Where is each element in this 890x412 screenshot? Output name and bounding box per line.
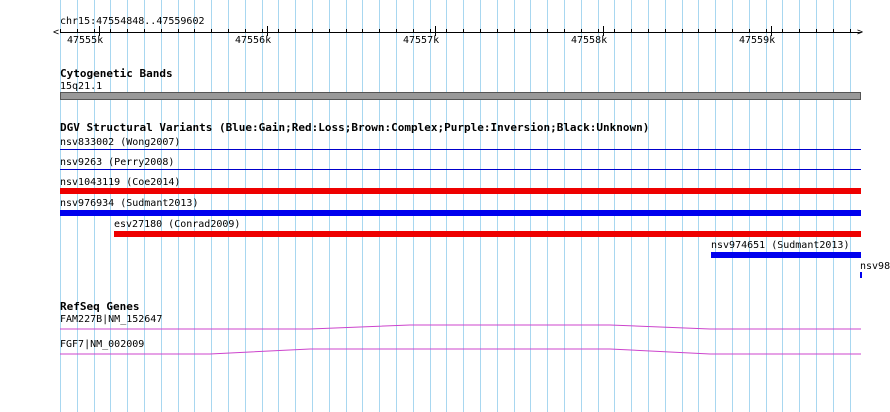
ruler-minor-tick	[463, 29, 464, 33]
ruler-minor-tick	[312, 29, 313, 33]
ruler-minor-tick	[211, 29, 212, 33]
ruler-minor-tick	[228, 29, 229, 33]
ruler-minor-tick	[278, 29, 279, 33]
ruler-minor-tick	[396, 29, 397, 33]
gene-model[interactable]	[60, 345, 862, 357]
ruler-minor-tick	[161, 29, 162, 33]
dgv-feature-label: nsv976934 (Sudmant2013)	[60, 198, 199, 209]
dgv-feature-label: esv27180 (Conrad2009)	[114, 219, 241, 230]
dgv-feature-label: nsv98	[860, 261, 890, 272]
cytoband-bar[interactable]	[60, 92, 861, 100]
ruler-minor-tick	[430, 29, 431, 33]
ruler-minor-tick	[480, 29, 481, 33]
dgv-feature-bar[interactable]	[860, 272, 862, 278]
ruler-minor-tick	[60, 29, 61, 33]
ruler-minor-tick	[614, 29, 615, 33]
ruler-minor-tick	[816, 29, 817, 33]
ruler-tick-label: 47557k	[403, 35, 440, 46]
ruler-minor-tick	[581, 29, 582, 33]
dgv-feature-label: nsv9263 (Perry2008)	[60, 157, 175, 168]
ruler-minor-tick	[362, 29, 363, 33]
ruler-minor-tick	[446, 29, 447, 33]
dgv-feature-bar[interactable]	[60, 188, 861, 194]
ruler-minor-tick	[833, 29, 834, 33]
refseq-track-title: RefSeq Genes	[60, 300, 140, 313]
ruler-minor-tick	[144, 29, 145, 33]
ruler-minor-tick	[295, 29, 296, 33]
ruler-minor-tick	[799, 29, 800, 33]
ruler-minor-tick	[766, 29, 767, 33]
ruler-minor-tick	[127, 29, 128, 33]
ruler-minor-tick	[262, 29, 263, 33]
ruler-minor-tick	[413, 29, 414, 33]
ruler-tick-label: 47559k	[739, 35, 776, 46]
genome-browser-view: chr15:47554848..47559602 47555k 47556k 475…	[0, 0, 890, 412]
ruler-minor-tick	[698, 29, 699, 33]
ruler-minor-tick	[564, 29, 565, 33]
ruler-minor-tick	[514, 29, 515, 33]
ruler-minor-tick	[547, 29, 548, 33]
dgv-feature-bar[interactable]	[60, 169, 861, 170]
ruler-minor-tick	[598, 29, 599, 33]
ruler-minor-tick	[648, 29, 649, 33]
ruler-axis	[60, 32, 861, 33]
ruler-minor-tick	[329, 29, 330, 33]
ruler-minor-tick	[245, 29, 246, 33]
ruler-minor-tick	[715, 29, 716, 33]
ruler-minor-tick	[497, 29, 498, 33]
dgv-feature-label: nsv833002 (Wong2007)	[60, 137, 181, 148]
ruler-minor-tick	[178, 29, 179, 33]
ruler-minor-tick	[110, 29, 111, 33]
ruler-right-arrow: >	[857, 27, 864, 38]
ruler-minor-tick	[665, 29, 666, 33]
gene-model[interactable]	[60, 322, 862, 334]
ruler-minor-tick	[77, 29, 78, 33]
ruler-minor-tick	[732, 29, 733, 33]
ruler-minor-tick	[850, 29, 851, 33]
ruler-minor-tick	[749, 29, 750, 33]
cytoband-track-title: Cytogenetic Bands	[60, 67, 173, 80]
ruler-minor-tick	[530, 29, 531, 33]
ruler-minor-tick	[631, 29, 632, 33]
dgv-feature-bar[interactable]	[60, 210, 861, 216]
ruler-minor-tick	[682, 29, 683, 33]
cytoband-label: 15q21.1	[60, 81, 103, 92]
dgv-feature-label: nsv1043119 (Coe2014)	[60, 177, 181, 188]
ruler-minor-tick	[94, 29, 95, 33]
dgv-track-title: DGV Structural Variants (Blue:Gain;Red:L…	[60, 121, 650, 134]
ruler-minor-tick	[194, 29, 195, 33]
dgv-feature-label: nsv974651 (Sudmant2013)	[711, 240, 850, 251]
dgv-feature-bar[interactable]	[60, 149, 861, 150]
ruler-tick-label: 47555k	[67, 35, 104, 46]
ruler-minor-tick	[379, 29, 380, 33]
ruler-left-arrow: <	[53, 27, 60, 38]
ruler-minor-tick	[346, 29, 347, 33]
ruler-tick-label: 47558k	[571, 35, 608, 46]
ruler-tick-label: 47556k	[235, 35, 272, 46]
dgv-feature-bar[interactable]	[711, 252, 861, 258]
location-label: chr15:47554848..47559602	[60, 16, 205, 27]
ruler-minor-tick	[782, 29, 783, 33]
dgv-feature-bar[interactable]	[114, 231, 861, 237]
